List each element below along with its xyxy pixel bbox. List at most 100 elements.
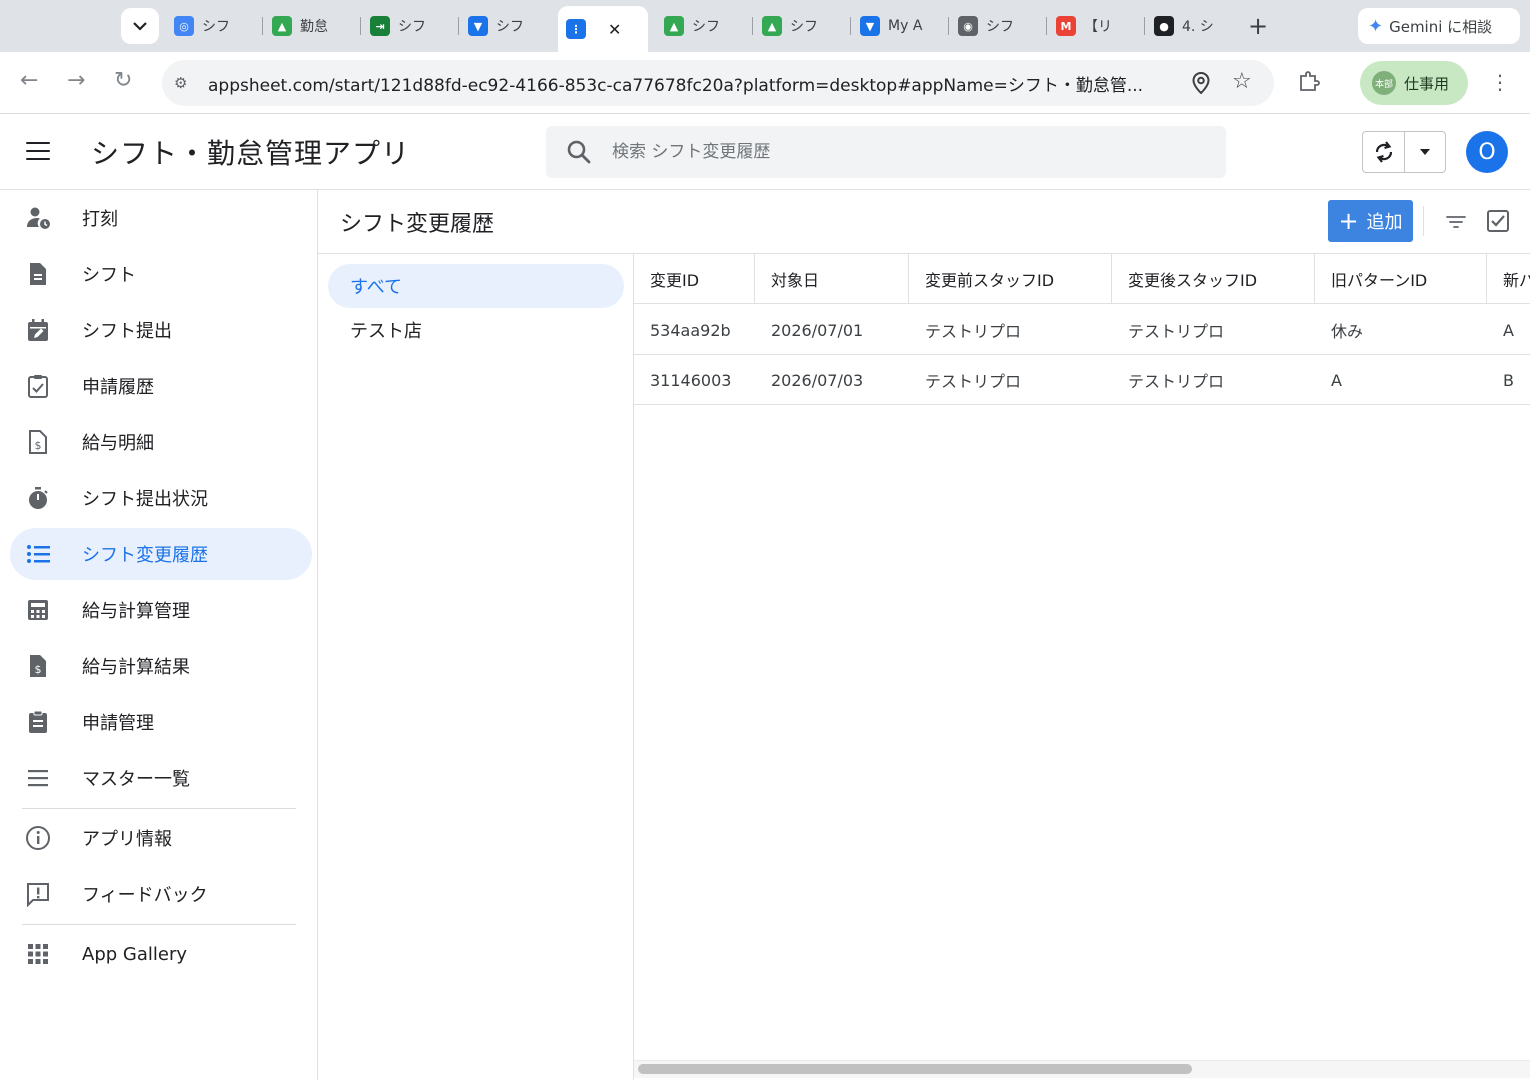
sync-button-group xyxy=(1362,131,1446,173)
filter-icon[interactable] xyxy=(1444,210,1468,234)
profile-button[interactable]: 本部 仕事用 xyxy=(1360,61,1468,105)
sidebar-item-label: 給与計算結果 xyxy=(82,657,190,678)
reload-icon[interactable]: ↻ xyxy=(114,68,132,93)
browser-tab[interactable]: ▲ シフ xyxy=(656,8,748,44)
sidebar-item-label: シフト提出状況 xyxy=(82,489,208,510)
tab-title: シフ xyxy=(496,19,524,35)
user-avatar[interactable]: O xyxy=(1466,131,1508,173)
table-cell: A xyxy=(1331,370,1342,390)
browser-tab[interactable]: ▲ シフ xyxy=(754,8,846,44)
sidebar-item-6[interactable]: シフト提出状況 xyxy=(10,472,312,524)
sidebar-item-label: シフト xyxy=(82,265,136,286)
tab-favicon-icon: ▲ xyxy=(272,16,292,36)
data-table: 変更ID 対象日 変更前スタッフID 変更後スタッフID 旧パターンID 新パ 534aa… xyxy=(634,254,1530,1080)
sidebar-item-1[interactable]: 打刻 xyxy=(10,192,312,244)
browser-tab[interactable]: ⇥ シフ xyxy=(362,8,454,44)
new-tab-button[interactable]: + xyxy=(1248,12,1268,40)
table-cell: テストリプロ xyxy=(1128,372,1225,391)
search-box[interactable] xyxy=(546,126,1226,178)
column-header[interactable]: 変更ID xyxy=(634,254,755,304)
table-cell: 休み xyxy=(1331,322,1364,341)
location-pin-icon[interactable] xyxy=(1192,71,1210,99)
add-label: 追加 xyxy=(1366,212,1403,233)
sidebar-item-10[interactable]: 申請管理 xyxy=(10,696,312,748)
browser-tab[interactable]: ● 4. シ xyxy=(1146,8,1238,44)
browser-tab[interactable]: ⋮ ✕ xyxy=(558,6,648,52)
column-header[interactable]: 新パ xyxy=(1487,254,1530,304)
group-item-all[interactable]: すべて xyxy=(328,264,624,308)
url-text[interactable]: appsheet.com/start/121d88fd-ec92-4166-85… xyxy=(208,71,1163,96)
sidebar-item-3[interactable]: シフト提出 xyxy=(10,304,312,356)
horizontal-scrollbar-thumb[interactable] xyxy=(638,1064,1192,1074)
sidebar-item-label: 申請管理 xyxy=(82,713,154,734)
browser-tab[interactable]: ▲ 勤怠 xyxy=(264,8,356,44)
column-header[interactable]: 変更後スタッフID xyxy=(1112,254,1315,304)
caret-down-icon xyxy=(1420,149,1430,155)
profile-avatar: 本部 xyxy=(1372,71,1396,95)
sidebar-item-5[interactable]: $ 給与明細 xyxy=(10,416,312,468)
column-header[interactable]: 変更前スタッフID xyxy=(909,254,1112,304)
column-header[interactable]: 旧パターンID xyxy=(1315,254,1487,304)
sidebar-item-label: App Gallery xyxy=(82,943,187,965)
svg-text:$: $ xyxy=(35,439,42,452)
extensions-puzzle-icon[interactable] xyxy=(1298,70,1320,97)
search-input[interactable] xyxy=(612,142,1172,162)
sidebar-item-7[interactable]: シフト変更履歴 xyxy=(10,528,312,580)
sidebar-item-11[interactable]: マスター一覧 xyxy=(10,752,312,804)
browser-menu-icon[interactable]: ⋮ xyxy=(1490,70,1510,94)
svg-text:$: $ xyxy=(35,663,42,676)
calculator-icon xyxy=(24,596,52,624)
sidebar-item-app-gallery[interactable]: App Gallery xyxy=(10,928,312,980)
address-bar[interactable]: ⚙ appsheet.com/start/121d88fd-ec92-4166-… xyxy=(162,60,1274,106)
sync-dropdown-button[interactable] xyxy=(1405,132,1445,172)
tab-separator xyxy=(262,17,263,35)
browser-tab[interactable]: ▼ シフ xyxy=(460,8,552,44)
menu-lines-icon xyxy=(24,764,52,792)
table-cell: 2026/07/03 xyxy=(771,370,864,390)
table-cell: B xyxy=(1503,370,1514,390)
sidebar-item-label: 打刻 xyxy=(82,209,118,230)
sidebar: 打刻 シフト シフト提出 申請履歴 $ 給与明細 シフト提出状況 シフト変更履歴 給与計算管理 $… xyxy=(0,190,318,1080)
browser-tab[interactable]: ◉ シフ xyxy=(950,8,1042,44)
group-item-test-store[interactable]: テスト店 xyxy=(328,308,624,352)
close-tab-icon[interactable]: ✕ xyxy=(608,20,621,39)
add-button[interactable]: + 追加 xyxy=(1328,200,1413,242)
back-arrow-icon[interactable]: ← xyxy=(20,68,38,93)
browser-tab[interactable]: ◎ シフ xyxy=(166,8,258,44)
sidebar-item-footer-2[interactable]: フィードバック xyxy=(10,868,312,920)
browser-tab[interactable]: M 【リ xyxy=(1048,8,1140,44)
sync-button[interactable] xyxy=(1363,132,1405,172)
select-checkbox-icon[interactable] xyxy=(1486,209,1510,233)
browser-tab[interactable]: ▼ My A xyxy=(852,8,944,44)
dollar-document-icon: $ xyxy=(24,652,52,680)
divider xyxy=(1423,206,1424,236)
tab-favicon-icon: ⇥ xyxy=(370,16,390,36)
tab-separator xyxy=(360,17,361,35)
forward-arrow-icon[interactable]: → xyxy=(67,68,85,93)
profile-label: 仕事用 xyxy=(1404,74,1450,93)
tab-favicon-icon: ▲ xyxy=(762,16,782,36)
sidebar-divider xyxy=(22,808,296,809)
column-header[interactable]: 対象日 xyxy=(755,254,909,304)
hamburger-menu-icon[interactable] xyxy=(26,142,50,160)
site-settings-icon[interactable]: ⚙ xyxy=(174,74,196,92)
table-row[interactable]: 534aa92b 2026/07/01 テストリプロ テストリプロ 休み A xyxy=(634,305,1530,355)
sidebar-item-footer-1[interactable]: アプリ情報 xyxy=(10,812,312,864)
payslip-icon: $ xyxy=(24,428,52,456)
sidebar-item-9[interactable]: $ 給与計算結果 xyxy=(10,640,312,692)
tab-title: 【リ xyxy=(1084,19,1112,35)
sidebar-item-label: シフト提出 xyxy=(82,321,172,342)
tab-title: 勤怠 xyxy=(300,19,328,35)
group-pane: すべて テスト店 xyxy=(318,254,634,1080)
sidebar-item-8[interactable]: 給与計算管理 xyxy=(10,584,312,636)
table-cell: テストリプロ xyxy=(1128,322,1225,341)
gemini-button[interactable]: ✦ Gemini に相談 xyxy=(1358,8,1520,44)
tab-title: シフ xyxy=(398,19,426,35)
sidebar-item-4[interactable]: 申請履歴 xyxy=(10,360,312,412)
person-clock-icon xyxy=(24,204,52,232)
bookmark-star-icon[interactable]: ☆ xyxy=(1232,69,1252,94)
tab-search-button[interactable] xyxy=(121,8,159,44)
table-row[interactable]: 31146003 2026/07/03 テストリプロ テストリプロ A B xyxy=(634,355,1530,405)
tab-favicon-icon: ◎ xyxy=(174,16,194,36)
sidebar-item-2[interactable]: シフト xyxy=(10,248,312,300)
